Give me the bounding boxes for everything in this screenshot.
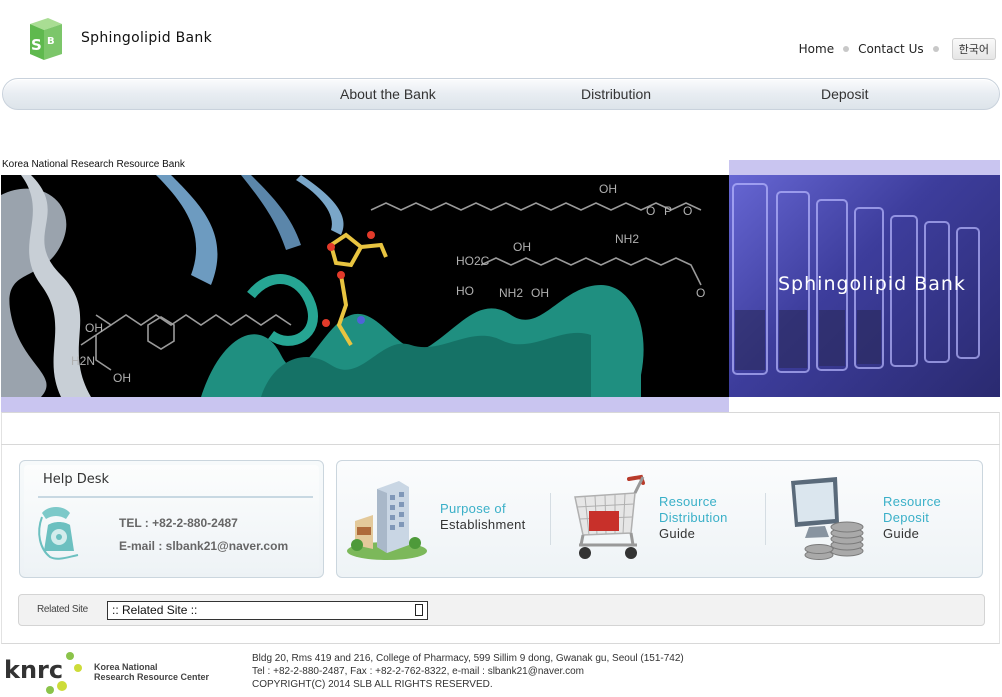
chem-label: P — [664, 204, 672, 218]
help-desk-panel: Help Desk TEL : +82-2-880-2487 E-mail : … — [19, 460, 324, 578]
korean-language-button[interactable]: 한국어 — [951, 38, 996, 60]
svg-text:B: B — [47, 36, 55, 47]
telephone-icon — [38, 507, 79, 560]
building-icon — [347, 481, 427, 560]
guide-line: Establishment — [440, 517, 526, 532]
help-desk-email[interactable]: E-mail : slbank21@naver.com — [119, 539, 288, 553]
chem-label: O — [683, 204, 692, 218]
chem-label: NH2 — [615, 232, 639, 246]
related-site-bar: Related Site :: Related Site :: — [18, 594, 985, 626]
knrc-logo[interactable]: knrc — [4, 650, 92, 694]
chem-label: O — [646, 204, 655, 218]
chem-label: OH — [599, 182, 617, 196]
chem-label: H2N — [71, 354, 95, 368]
guide-line: Guide — [883, 526, 920, 541]
related-site-label: Related Site — [37, 604, 88, 615]
home-link[interactable]: Home — [799, 42, 834, 56]
shopping-cart-icon — [574, 474, 645, 559]
footer-org-name: Korea National Research Resource Center — [94, 662, 209, 682]
chem-label: OH — [113, 371, 131, 385]
top-navigation: Home Contact Us 한국어 — [799, 38, 996, 60]
guide-line: Guide — [659, 526, 696, 541]
divider — [550, 493, 551, 545]
divider — [38, 496, 313, 498]
footer-org-line: Research Resource Center — [94, 672, 210, 682]
guide-line: Purpose of — [440, 501, 506, 516]
divider — [1, 444, 1000, 445]
sphingolipid-bank-logo[interactable]: S B — [22, 16, 64, 62]
banner-tagline: Korea National Research Resource Bank — [2, 159, 185, 170]
help-desk-title: Help Desk — [43, 472, 110, 487]
chem-label: OH — [531, 286, 549, 300]
svg-text:S: S — [31, 36, 42, 54]
related-site-select[interactable]: :: Related Site :: — [107, 601, 428, 620]
site-title[interactable]: Sphingolipid Bank — [81, 30, 212, 46]
chem-label: OH — [85, 321, 103, 335]
resource-distribution-guide-link[interactable]: Resource Distribution Guide — [563, 461, 763, 577]
contact-us-link[interactable]: Contact Us — [858, 42, 924, 56]
chem-label: NH2 — [499, 286, 523, 300]
footer-address: Bldg 20, Rms 419 and 216, College of Pha… — [252, 653, 684, 664]
separator-dot — [843, 46, 850, 52]
nav-distribution[interactable]: Distribution — [581, 86, 651, 102]
guide-line: Resource — [883, 494, 942, 509]
protein-molecule-illustration: OH OH NH2 HO2C HO NH2 OH O OH H2N OH O P… — [1, 175, 705, 397]
banner-lab-image: Sphingolipid Bank — [729, 160, 1000, 397]
banner-title: Sphingolipid Bank — [778, 273, 966, 295]
guides-panel: Purpose of Establishment Resource Distri… — [336, 460, 983, 578]
guide-line: Resource — [659, 494, 718, 509]
computer-coins-icon — [791, 477, 864, 560]
footer-info: Bldg 20, Rms 419 and 216, College of Pha… — [252, 652, 684, 691]
banner-stripe — [1, 397, 729, 412]
knrc-logo-text: knrc — [4, 656, 63, 684]
nav-deposit[interactable]: Deposit — [821, 86, 868, 102]
guide-line: Deposit — [883, 510, 930, 525]
nav-about-the-bank[interactable]: About the Bank — [340, 86, 436, 102]
divider — [765, 493, 766, 545]
banner-molecule-image: OH OH NH2 HO2C HO NH2 OH O OH H2N OH O P… — [1, 175, 729, 397]
related-site-selected-value: :: Related Site :: — [112, 603, 198, 617]
purpose-of-establishment-link[interactable]: Purpose of Establishment — [337, 461, 547, 577]
footer-org-line: Korea National — [94, 662, 158, 672]
chem-label: HO2C — [456, 254, 490, 268]
chem-label: O — [696, 286, 705, 300]
guide-line: Distribution — [659, 510, 728, 525]
footer-contact: Tel : +82-2-880-2487, Fax : +82-2-762-83… — [252, 666, 585, 677]
chem-label: OH — [513, 240, 531, 254]
main-navigation-bar: About the Bank Distribution Deposit — [2, 78, 1000, 110]
footer-copyright: COPYRIGHT(C) 2014 SLB ALL RIGHTS RESERVE… — [252, 679, 493, 690]
dropdown-arrow-icon[interactable] — [415, 604, 423, 616]
resource-deposit-guide-link[interactable]: Resource Deposit Guide — [777, 461, 982, 577]
separator-dot — [932, 46, 939, 52]
chem-label: HO — [456, 284, 474, 298]
help-desk-phone: TEL : +82-2-880-2487 — [119, 516, 238, 530]
